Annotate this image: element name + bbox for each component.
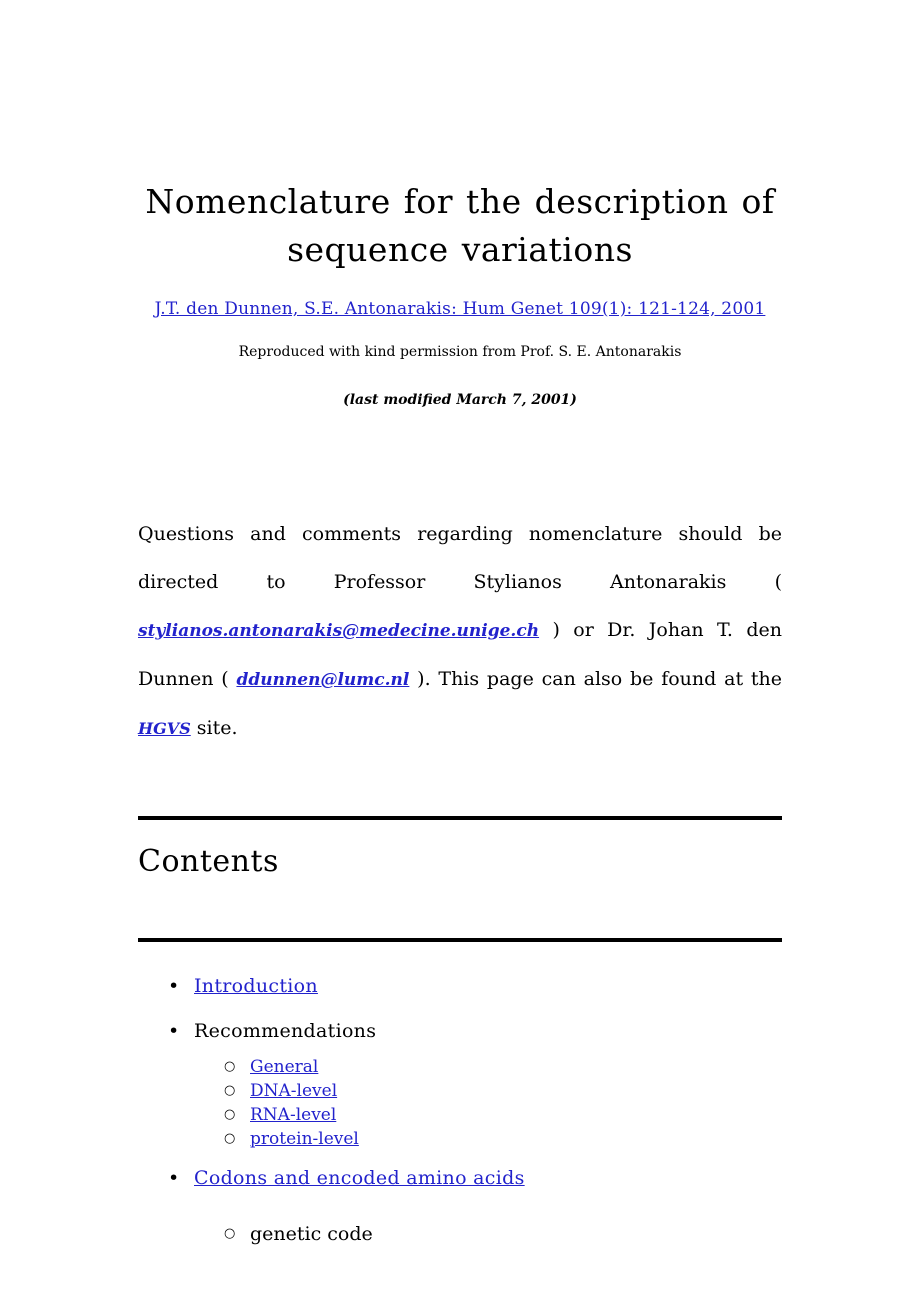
- bullet-circle-icon: ○: [224, 1083, 236, 1098]
- document-content: Nomenclature for the description of sequ…: [138, 0, 782, 1252]
- permission-credit: Reproduced with kind permission from Pro…: [238, 344, 682, 360]
- bullet-circle-icon: ○: [224, 1226, 236, 1241]
- toc-link-codons-amino-acids[interactable]: Codons and encoded amino acids: [194, 1167, 525, 1189]
- toc-link-general[interactable]: General: [250, 1057, 318, 1077]
- last-modified-note: (last modified March 7, 2001): [343, 392, 577, 408]
- contents-list: • Introduction • Recommendations ○ Gener…: [138, 942, 782, 1252]
- list-item: • Recommendations: [138, 1013, 782, 1049]
- list-item[interactable]: • Codons and encoded amino acids: [138, 1160, 782, 1196]
- list-item[interactable]: ○ DNA-level: [138, 1079, 782, 1103]
- contents-subgroup-codons: ○ genetic code: [138, 1196, 782, 1252]
- citation-link[interactable]: J.T. den Dunnen, S.E. Antonarakis: Hum G…: [155, 299, 766, 319]
- intro-text-part-1: Questions and comments regarding nomencl…: [138, 523, 782, 593]
- list-item[interactable]: ○ protein-level: [138, 1127, 782, 1151]
- toc-label-recommendations: Recommendations: [194, 1020, 377, 1042]
- email-link-antonarakis[interactable]: stylianos.antonarakis@medecine.unige.ch: [138, 621, 539, 641]
- page-title: Nomenclature for the description of sequ…: [145, 182, 775, 269]
- contents-sublist: ○ genetic code: [138, 1216, 782, 1252]
- email-link-dunnen[interactable]: ddunnen@lumc.nl: [236, 670, 409, 690]
- list-item[interactable]: • Introduction: [138, 968, 782, 1004]
- list-item[interactable]: ○ General: [138, 1055, 782, 1079]
- contents-sublist: ○ General ○ DNA-level ○ RNA-level ○ prot…: [138, 1055, 782, 1151]
- toc-link-rna-level[interactable]: RNA-level: [250, 1105, 336, 1125]
- contents-subgroup-recommendations: ○ General ○ DNA-level ○ RNA-level ○ prot…: [138, 1049, 782, 1151]
- intro-text-part-3: ). This page can also be found at the: [417, 668, 782, 690]
- document-page: Nomenclature for the description of sequ…: [0, 0, 920, 1302]
- citation-line: J.T. den Dunnen, S.E. Antonarakis: Hum G…: [138, 274, 782, 322]
- hgvs-site-link[interactable]: HGVS: [138, 719, 191, 738]
- bullet-disc-icon: •: [168, 1020, 180, 1042]
- toc-link-introduction[interactable]: Introduction: [194, 975, 318, 997]
- bullet-circle-icon: ○: [224, 1059, 236, 1074]
- intro-text-part-4: site.: [196, 717, 238, 739]
- bullet-disc-icon: •: [168, 975, 180, 997]
- list-item[interactable]: ○ RNA-level: [138, 1103, 782, 1127]
- toc-link-protein-level[interactable]: protein-level: [250, 1129, 359, 1149]
- bullet-circle-icon: ○: [224, 1107, 236, 1122]
- bullet-circle-icon: ○: [224, 1131, 236, 1146]
- list-item: ○ genetic code: [138, 1216, 782, 1252]
- toc-label-genetic-code: genetic code: [250, 1223, 373, 1245]
- contents-heading: Contents: [138, 844, 279, 879]
- toc-link-dna-level[interactable]: DNA-level: [250, 1081, 337, 1101]
- bullet-disc-icon: •: [168, 1167, 180, 1189]
- intro-paragraph: Questions and comments regarding nomencl…: [138, 410, 782, 753]
